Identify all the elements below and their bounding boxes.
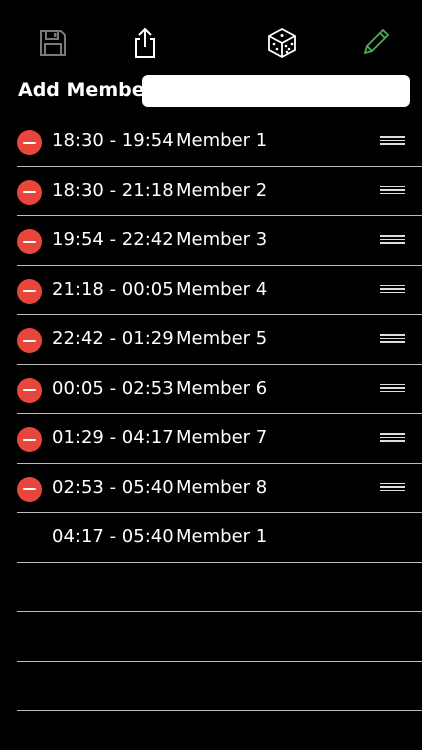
time-range: 22:42 - 01:29 xyxy=(52,328,174,349)
time-range: 18:30 - 19:54 xyxy=(52,130,174,151)
handle-line xyxy=(380,284,405,286)
member-name: Member 1 xyxy=(176,526,268,547)
reorder-handle-icon[interactable] xyxy=(380,482,405,494)
handle-line xyxy=(380,436,405,439)
handle-line xyxy=(380,337,405,340)
list-item[interactable]: 19:54 - 22:42 Member 3 xyxy=(17,216,422,266)
member-name: Member 5 xyxy=(176,328,268,349)
delete-icon[interactable] xyxy=(17,179,42,205)
handle-line xyxy=(380,489,405,492)
add-member-input[interactable] xyxy=(142,75,410,107)
time-range: 21:18 - 00:05 xyxy=(52,278,174,300)
list-item[interactable]: 02:53 - 05:40 Member 8 xyxy=(17,464,422,513)
add-member-row: Add Member xyxy=(0,74,422,110)
handle-line xyxy=(380,440,405,442)
handle-line xyxy=(380,139,405,142)
reorder-handle-icon[interactable] xyxy=(380,433,405,444)
member-name: Member 3 xyxy=(176,229,268,250)
time-range: 18:30 - 21:18 xyxy=(52,179,174,201)
time-range: 01:29 - 04:17 xyxy=(52,427,174,448)
list-item[interactable]: 22:42 - 01:29 Member 5 xyxy=(17,315,422,365)
handle-line xyxy=(380,486,405,488)
handle-line xyxy=(380,390,405,393)
member-name: Member 2 xyxy=(176,179,268,201)
delete-icon[interactable] xyxy=(17,427,42,452)
member-name: Member 1 xyxy=(176,130,268,151)
handle-line xyxy=(380,235,405,237)
save-button[interactable] xyxy=(36,26,70,60)
edit-button[interactable] xyxy=(358,26,392,60)
list-item[interactable]: 01:29 - 04:17 Member 7 xyxy=(17,414,422,464)
handle-line xyxy=(380,143,405,145)
save-icon xyxy=(40,30,66,56)
time-range: 04:17 - 05:40 xyxy=(52,526,174,547)
list-item[interactable]: 04:17 - 05:40 Member 1 xyxy=(17,513,422,563)
handle-line xyxy=(380,288,405,290)
list-item[interactable]: 18:30 - 19:54 Member 1 xyxy=(17,117,422,167)
handle-line xyxy=(380,192,405,195)
time-range: 02:53 - 05:40 xyxy=(52,476,174,498)
list-item[interactable]: 18:30 - 21:18 Member 2 xyxy=(17,167,422,216)
list-item[interactable] xyxy=(17,612,422,662)
member-name: Member 6 xyxy=(176,377,268,399)
list-item[interactable] xyxy=(17,563,422,612)
handle-line xyxy=(380,238,405,241)
delete-icon[interactable] xyxy=(17,377,42,403)
member-name: Member 7 xyxy=(176,427,268,448)
reorder-handle-icon[interactable] xyxy=(380,284,405,296)
dice-icon xyxy=(268,27,296,59)
member-name: Member 8 xyxy=(176,476,268,498)
handle-line xyxy=(380,189,405,191)
handle-line xyxy=(380,334,405,336)
reorder-handle-icon[interactable] xyxy=(380,334,405,345)
reorder-handle-icon[interactable] xyxy=(380,136,405,147)
member-name: Member 4 xyxy=(176,278,268,300)
toolbar xyxy=(0,0,422,80)
reorder-handle-icon[interactable] xyxy=(380,383,405,395)
handle-line xyxy=(380,387,405,389)
handle-line xyxy=(380,242,405,244)
time-range: 19:54 - 22:42 xyxy=(52,229,174,250)
handle-line xyxy=(380,291,405,294)
handle-line xyxy=(380,341,405,343)
delete-icon[interactable] xyxy=(17,328,42,353)
reorder-handle-icon[interactable] xyxy=(380,235,405,246)
handle-line xyxy=(380,482,405,484)
list-item[interactable] xyxy=(17,662,422,711)
pencil-icon xyxy=(363,28,390,55)
delete-icon[interactable] xyxy=(17,476,42,502)
member-list: 18:30 - 19:54 Member 1 18:30 - 21:18 Member… xyxy=(0,117,422,711)
list-item[interactable]: 00:05 - 02:53 Member 6 xyxy=(17,365,422,414)
handle-line xyxy=(380,383,405,385)
delete-icon[interactable] xyxy=(17,229,42,254)
list-item[interactable]: 21:18 - 00:05 Member 4 xyxy=(17,266,422,315)
handle-line xyxy=(380,136,405,138)
delete-icon[interactable] xyxy=(17,130,42,155)
reorder-handle-icon[interactable] xyxy=(380,185,405,197)
time-range: 00:05 - 02:53 xyxy=(52,377,174,399)
add-member-label: Add Member xyxy=(18,79,154,101)
share-icon xyxy=(135,27,155,58)
handle-line xyxy=(380,433,405,435)
delete-icon[interactable] xyxy=(17,278,42,304)
dice-button[interactable] xyxy=(265,26,299,60)
share-button[interactable] xyxy=(128,26,162,60)
handle-line xyxy=(380,185,405,187)
